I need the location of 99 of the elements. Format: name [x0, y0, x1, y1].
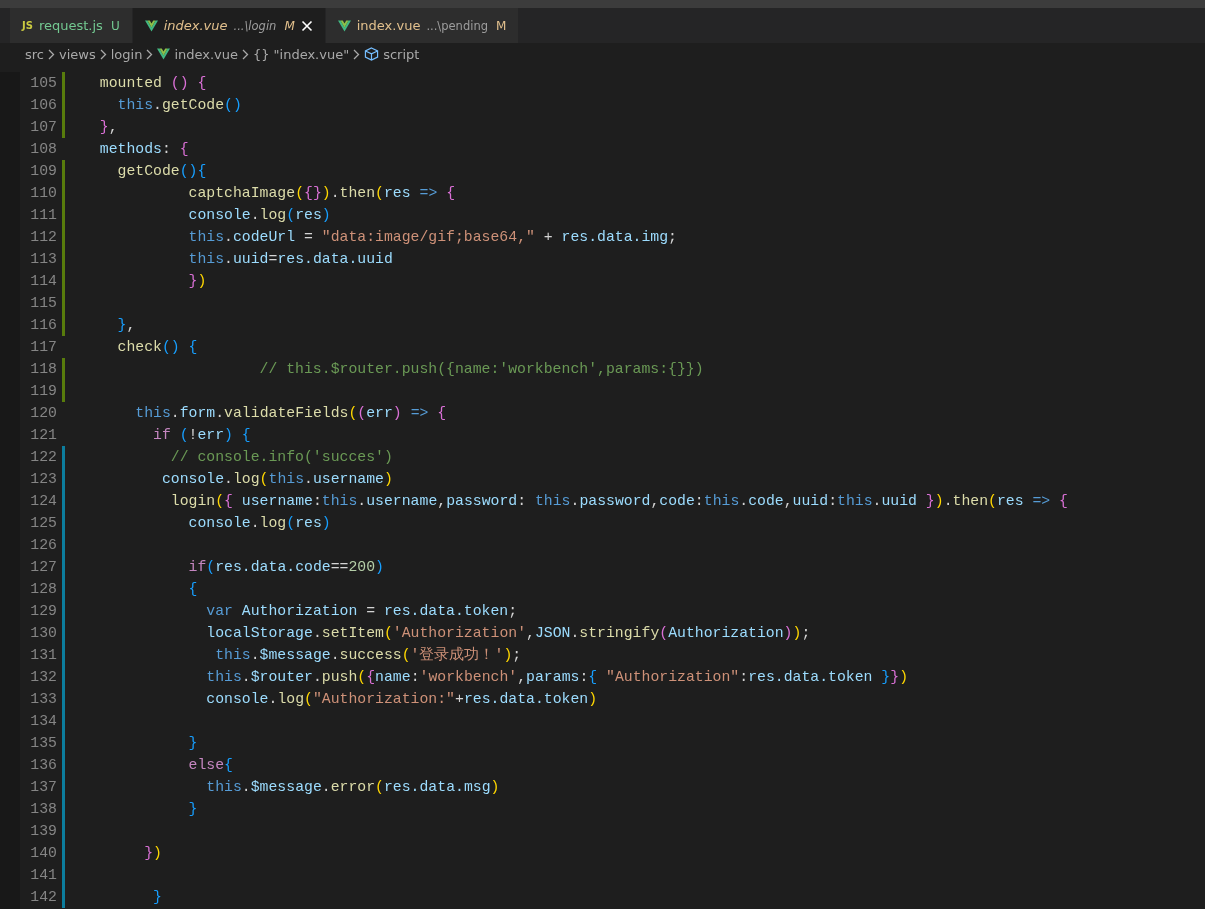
- tab-file-name: index.vue: [356, 18, 421, 33]
- code-line: }: [187, 734, 198, 753]
- tab-file-name: request.js: [38, 18, 103, 33]
- code-line: captchaImage({}).then(res => {: [187, 184, 456, 203]
- code-line: else{: [187, 756, 233, 775]
- code-line: this.uuid=res.data.uuid: [187, 250, 393, 269]
- git-status-letter: M: [496, 18, 507, 33]
- editor-tab[interactable]: JS request.js U: [10, 8, 133, 43]
- line-number: 128: [29, 581, 57, 597]
- line-number: 141: [29, 867, 57, 883]
- line-number: 109: [29, 163, 57, 179]
- line-number: 134: [29, 713, 57, 729]
- line-number: 111: [29, 207, 57, 223]
- js-file-icon: JS: [22, 20, 33, 31]
- code-line: this.form.validateFields((err) => {: [134, 404, 447, 423]
- close-icon[interactable]: [300, 19, 313, 32]
- breadcrumb-item[interactable]: src: [25, 46, 44, 62]
- line-number: 127: [29, 559, 57, 575]
- code-line: this.codeUrl = "data:image/gif;base64," + res.data.img;: [187, 228, 677, 247]
- code-line: // this.$router.push({name:'workbench',params:{}}): [258, 360, 704, 379]
- vue-icon: [157, 48, 171, 60]
- line-number: 138: [29, 801, 57, 817]
- breadcrumb-item[interactable]: login: [110, 46, 143, 62]
- code-line: }): [143, 844, 162, 863]
- code-line: console.log(this.username): [160, 470, 393, 489]
- breadcrumb-item[interactable]: views: [59, 46, 96, 62]
- line-number: 105: [29, 75, 57, 91]
- code-line: this.getCode(): [116, 96, 242, 115]
- code-line: console.log("Authorization:"+res.data.token): [205, 690, 598, 709]
- line-number: 131: [29, 647, 57, 663]
- line-number: 116: [29, 317, 57, 333]
- line-number: 118: [29, 361, 57, 377]
- code-line: login({ username:this.username,password: this.password,code:this.code,uuid:this.uuid }).then(res => {: [169, 492, 1068, 511]
- line-number: 139: [29, 823, 57, 839]
- editor-tab[interactable]: index.vue ...\pending M: [325, 8, 520, 43]
- code-line: this.$router.push({name:'workbench',params:{ "Authorization":res.data.token }}): [205, 668, 908, 687]
- breadcrumb-item[interactable]: script: [383, 46, 420, 62]
- code-line: console.log(res): [187, 206, 331, 225]
- line-number: 125: [29, 515, 57, 531]
- git-status-letter: M: [284, 18, 295, 33]
- vue-icon: [144, 19, 158, 32]
- line-number: 120: [29, 405, 57, 421]
- line-number: 114: [29, 273, 57, 289]
- code-line: },: [98, 118, 118, 137]
- line-number: 112: [29, 229, 57, 245]
- line-number: 124: [29, 493, 57, 509]
- line-number: 130: [29, 625, 57, 641]
- line-number: 108: [29, 141, 57, 157]
- line-number: 126: [29, 537, 57, 553]
- code-line: // console.info('succes'): [169, 448, 393, 467]
- vue-icon: [337, 19, 351, 32]
- line-number: 117: [29, 339, 57, 355]
- git-status-letter: U: [110, 18, 120, 33]
- line-number: 115: [29, 295, 57, 311]
- line-number: 132: [29, 669, 57, 685]
- breadcrumb-item[interactable]: "index.vue": [273, 46, 350, 62]
- line-number: 137: [29, 779, 57, 795]
- code-line: },: [116, 316, 136, 335]
- line-number: 129: [29, 603, 57, 619]
- code-line: var Authorization = res.data.token;: [205, 602, 518, 621]
- cube-icon: [364, 47, 380, 61]
- code-line: this.$message.success('登录成功！');: [214, 645, 522, 665]
- tab-file-path: ...\login: [233, 18, 277, 33]
- line-number: 106: [29, 97, 57, 113]
- code-line: methods: {: [98, 140, 189, 159]
- code-line: }: [187, 800, 198, 819]
- code-line: if (!err) {: [152, 426, 251, 445]
- line-number: 135: [29, 735, 57, 751]
- code-line: getCode(){: [116, 162, 207, 181]
- code-line: mounted () {: [98, 74, 207, 93]
- code-line: }): [187, 272, 207, 291]
- code-line: if(res.data.code==200): [187, 558, 384, 577]
- line-number: 136: [29, 757, 57, 773]
- line-number: 123: [29, 471, 57, 487]
- chevron-right-icon: [146, 48, 154, 60]
- code-line: check() {: [116, 338, 198, 357]
- chevron-right-icon: [242, 48, 249, 60]
- code-line: localStorage.setItem('Authorization',JSON.stringify(Authorization));: [205, 624, 811, 643]
- line-number: 110: [29, 185, 57, 201]
- braces-symbol: {}: [253, 46, 270, 62]
- line-number: 113: [29, 251, 57, 267]
- chevron-right-icon: [353, 48, 361, 60]
- line-number: 142: [29, 889, 57, 905]
- editor-tab[interactable]: index.vue ...\login M: [132, 8, 326, 43]
- code-line: {: [187, 580, 198, 599]
- code-line: this.$message.error(res.data.msg): [205, 778, 500, 797]
- line-number: 122: [29, 449, 57, 465]
- line-number: 119: [29, 383, 57, 399]
- line-number: 121: [29, 427, 57, 443]
- chevron-right-icon: [48, 48, 55, 60]
- chevron-right-icon: [99, 48, 107, 60]
- line-number: 140: [29, 845, 57, 861]
- tab-file-name: index.vue: [163, 18, 228, 33]
- line-number: 133: [29, 691, 57, 707]
- line-number: 107: [29, 119, 57, 135]
- breadcrumb-item[interactable]: index.vue: [174, 46, 238, 62]
- code-line: console.log(res): [187, 514, 331, 533]
- code-line: }: [152, 888, 162, 907]
- tab-file-path: ...\pending: [426, 18, 488, 33]
